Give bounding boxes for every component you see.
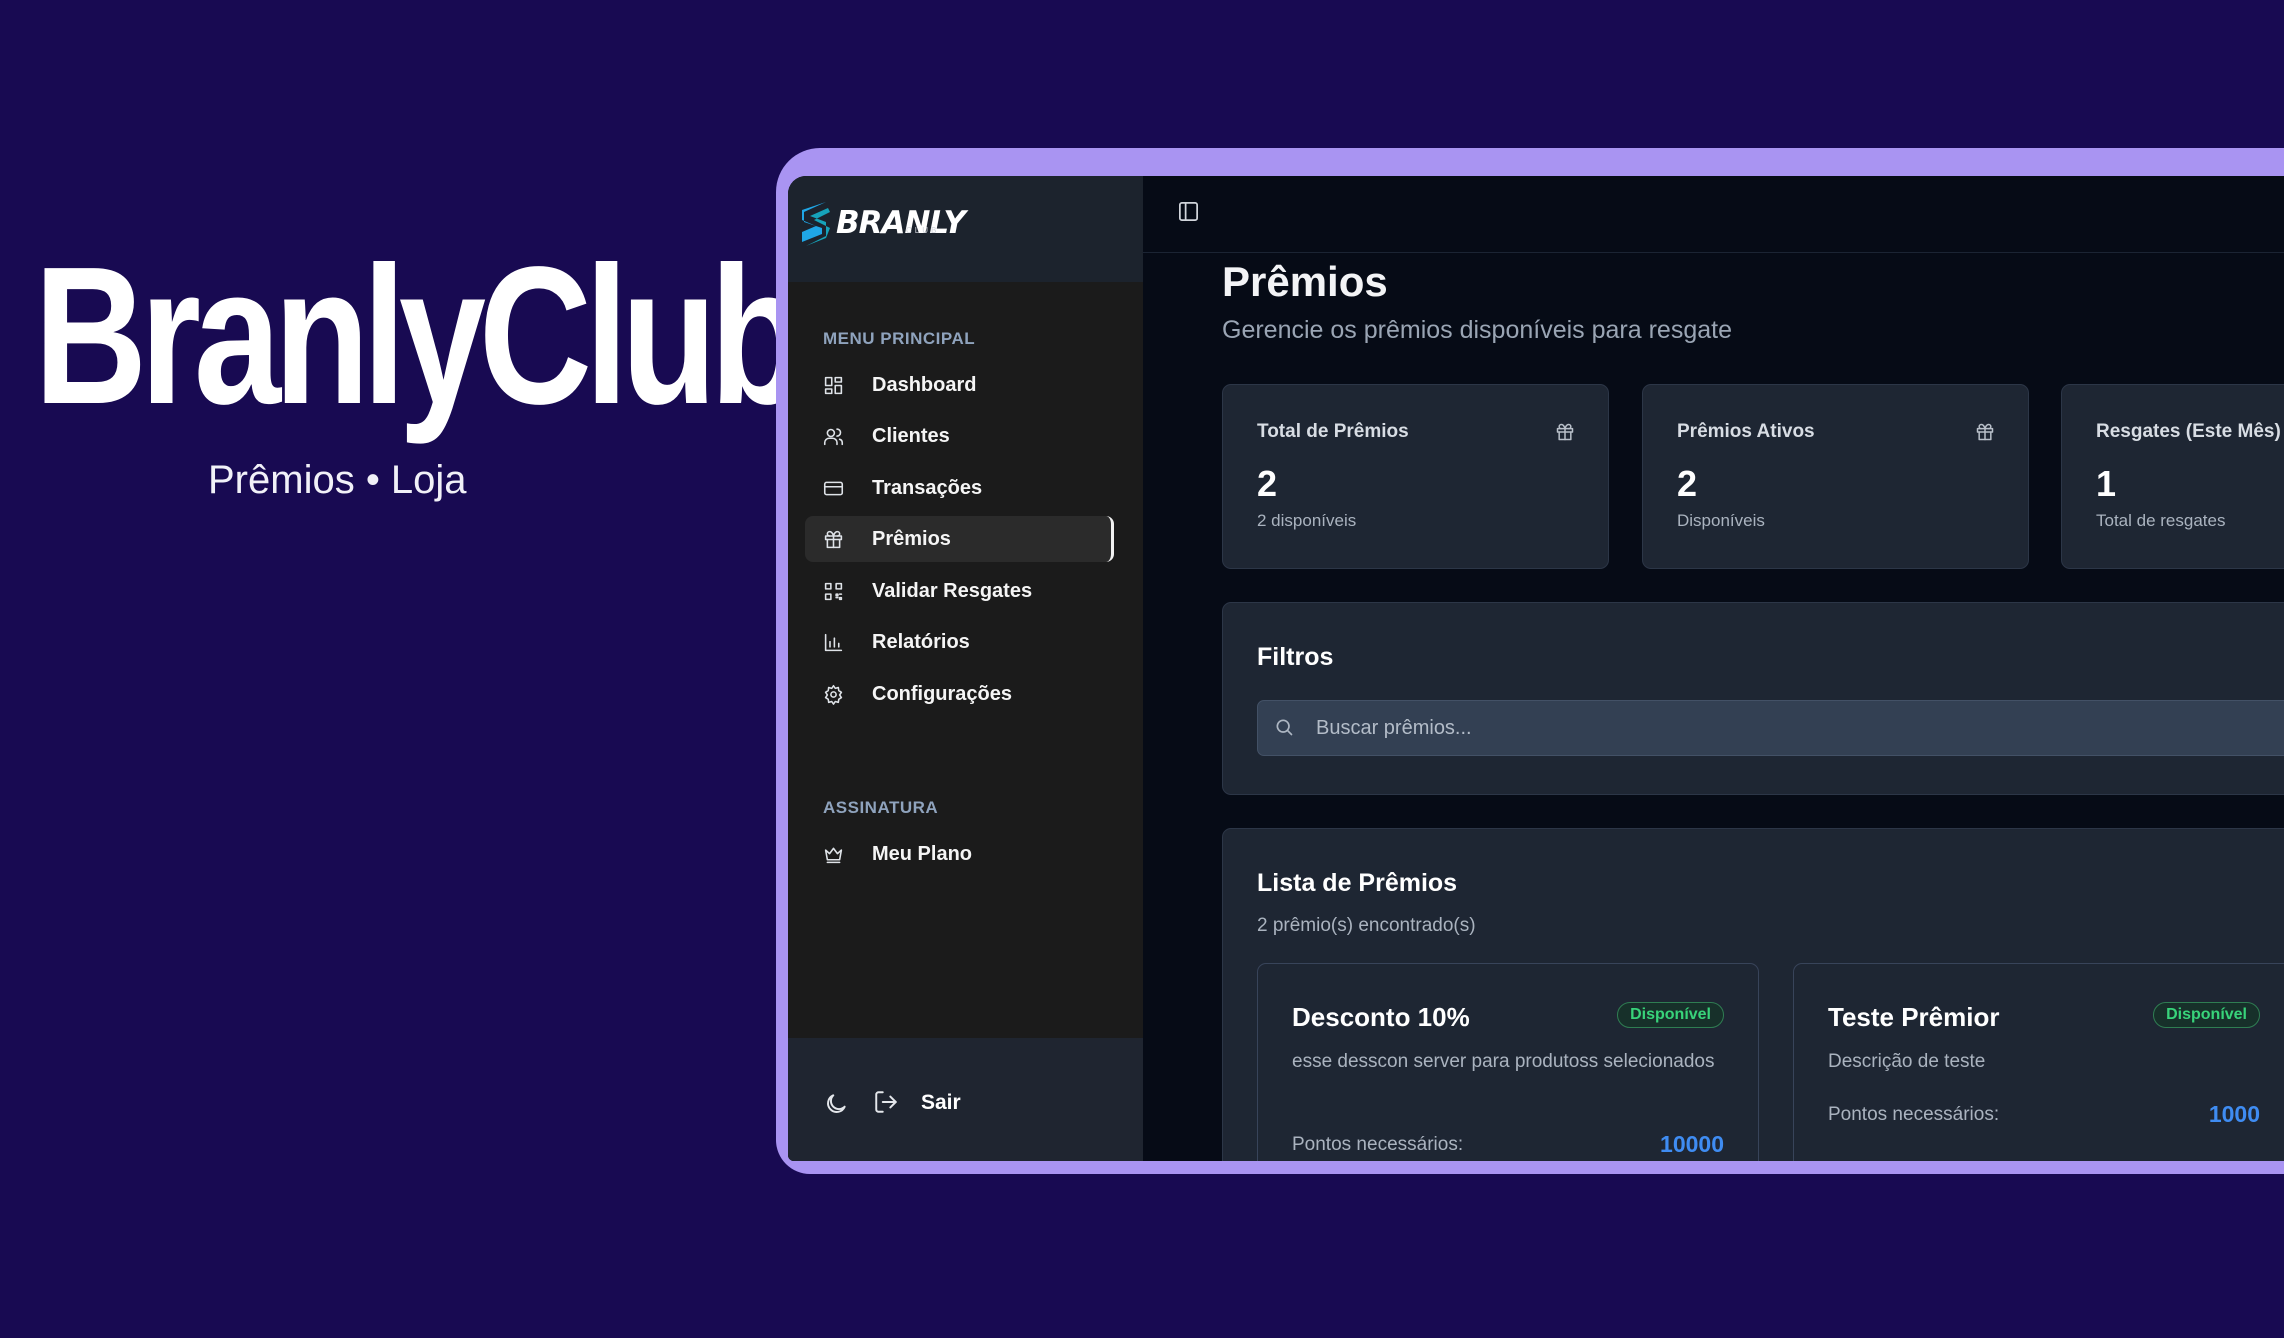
search-input[interactable]: [1314, 701, 2218, 755]
sidebar-item-premios[interactable]: Prêmios: [805, 516, 1114, 562]
points-label: Pontos necessários:: [1828, 1104, 2000, 1125]
sidebar-item-label: Dashboard: [872, 373, 977, 396]
sidebar-item-meu-plano[interactable]: Meu Plano: [805, 831, 1111, 877]
points-label: Pontos necessários:: [1292, 1134, 1464, 1155]
list-title: Lista de Prêmios: [1257, 869, 1458, 897]
stat-note: Disponíveis: [1677, 511, 1765, 530]
sidebar-item-label: Relatórios: [872, 630, 970, 653]
sidebar-footer: Sair: [788, 1038, 1143, 1161]
gift-icon: [1975, 422, 1995, 447]
sidebar-item-validar-resgates[interactable]: Validar Resgates: [805, 568, 1111, 614]
gift-icon: [1555, 422, 1575, 447]
crown-icon: [821, 842, 845, 866]
sidebar-item-label: Prêmios: [872, 527, 951, 550]
search-box: [1257, 700, 2284, 756]
points-value: 1000: [2208, 1101, 2260, 1127]
sidebar-item-label: Validar Resgates: [872, 579, 1033, 602]
credit-card-icon: [821, 476, 845, 500]
dashboard-icon: [821, 373, 845, 397]
sidebar-item-dashboard[interactable]: Dashboard: [805, 362, 1111, 408]
branly-logo[interactable]: BRANLY: [796, 198, 966, 248]
list-count: 2 prêmio(s) encontrado(s): [1257, 915, 1476, 936]
search-icon: [1274, 717, 1294, 742]
stat-value: 2: [1257, 463, 1278, 504]
menu-principal-heading: MENU PRINCIPAL: [823, 329, 976, 348]
assinatura-heading: ASSINATURA: [823, 798, 939, 817]
prize-card[interactable]: Teste Prêmior Disponível Descrição de te…: [1793, 963, 2284, 1161]
gift-icon: [821, 527, 845, 551]
prize-list-card: Lista de Prêmios 2 prêmio(s) encontrado(…: [1222, 828, 2284, 1161]
sidebar-item-label: Meu Plano: [872, 842, 973, 865]
gear-icon: [821, 682, 845, 706]
sidebar-item-label: Transações: [872, 476, 983, 499]
filters-card: Filtros: [1222, 602, 2284, 795]
logo-subtext: CLUB: [906, 226, 940, 235]
status-badge: Disponível: [2153, 1002, 2260, 1028]
stat-label: Total de Prêmios: [1257, 421, 1409, 442]
stat-card-ativos: Prêmios Ativos 2 Disponíveis: [1642, 384, 2029, 569]
sidebar-item-relatorios[interactable]: Relatórios: [805, 619, 1111, 665]
moon-icon[interactable]: [823, 1091, 849, 1122]
stat-card-resgates: Resgates (Este Mês) 1 Total de resgates: [2061, 384, 2284, 569]
status-badge: Disponível: [1617, 1002, 1724, 1028]
logout-icon[interactable]: [873, 1089, 899, 1120]
stat-value: 1: [2096, 463, 2117, 504]
page-title: Prêmios: [1222, 258, 1388, 305]
points-value: 10000: [1660, 1131, 1724, 1157]
page-subtitle: Gerencie os prêmios disponíveis para res…: [1222, 316, 1732, 344]
stat-label: Resgates (Este Mês): [2096, 421, 2281, 442]
hero-title: BranlyClub: [34, 226, 806, 445]
users-icon: [821, 424, 845, 448]
sidebar-item-label: Configurações: [872, 682, 1013, 705]
sidebar-toggle-icon[interactable]: [1177, 200, 1200, 228]
bar-chart-icon: [821, 630, 845, 654]
logo-mark-icon: [802, 202, 830, 246]
stat-note: Total de resgates: [2096, 511, 2226, 530]
hero-subtitle: Prêmios • Loja: [208, 458, 467, 502]
prize-description: esse desscon server para produtoss selec…: [1292, 1051, 1715, 1072]
prize-name: Teste Prêmior: [1828, 1002, 2000, 1032]
stat-value: 2: [1677, 463, 1698, 504]
sidebar: BRANLY CLUB MENU PRINCIPAL Dashboard Cli…: [788, 176, 1143, 1161]
filters-title: Filtros: [1257, 643, 1334, 671]
prize-name: Desconto 10%: [1292, 1002, 1470, 1032]
sidebar-item-configuracoes[interactable]: Configurações: [805, 671, 1111, 717]
stat-note: 2 disponíveis: [1257, 511, 1357, 530]
sidebar-item-transacoes[interactable]: Transações: [805, 465, 1111, 511]
prize-card[interactable]: Desconto 10% Disponível esse desscon ser…: [1257, 963, 1759, 1161]
logo-text: BRANLY: [836, 205, 966, 241]
logout-button[interactable]: Sair: [921, 1091, 961, 1115]
stat-label: Prêmios Ativos: [1677, 421, 1815, 442]
stat-card-total: Total de Prêmios 2 2 disponíveis: [1222, 384, 1609, 569]
sidebar-item-clientes[interactable]: Clientes: [805, 413, 1111, 459]
qr-code-icon: [821, 579, 845, 603]
top-bar: [1143, 176, 2284, 253]
sidebar-header: BRANLY CLUB: [788, 176, 1143, 282]
app-screen: BRANLY CLUB MENU PRINCIPAL Dashboard Cli…: [788, 176, 2284, 1161]
sidebar-item-label: Clientes: [872, 424, 950, 447]
prize-description: Descrição de teste: [1828, 1051, 1986, 1072]
